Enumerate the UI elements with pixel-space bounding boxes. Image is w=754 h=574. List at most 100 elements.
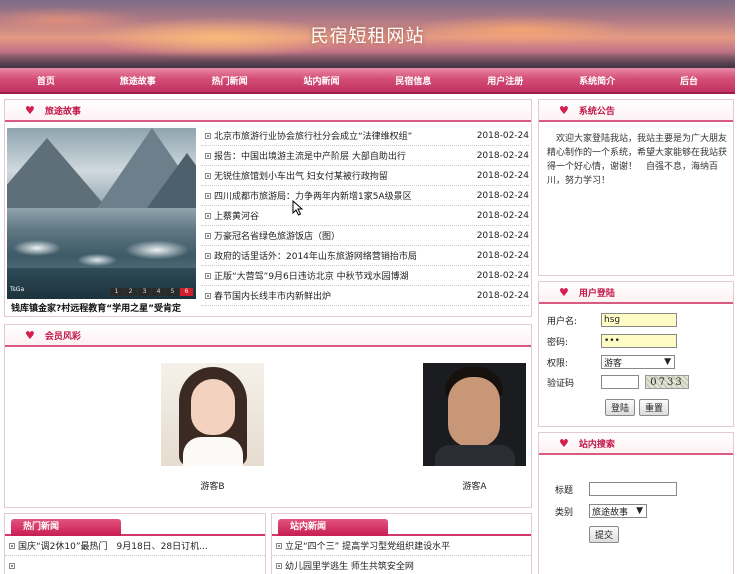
nav-hot-news[interactable]: 热门新闻 [184,68,276,92]
bullet-icon [9,542,15,549]
member-card[interactable]: 游客A [423,363,526,492]
list-item[interactable] [5,556,265,574]
member-panel: ♥ 会员风彩 游客B 游客A [4,324,532,508]
member-card[interactable]: 游客B [161,363,264,492]
list-item[interactable]: 无锐住旅馆划小车出气 妇女付某被行政拘留 2018-02-24 [201,166,529,186]
bullet-icon [205,132,211,139]
member-photo[interactable] [423,363,526,466]
list-item[interactable]: 立足“四个三” 提高学习型党组织建设水平 [272,536,531,556]
panel-header: ♥ 会员风彩 [5,325,531,347]
list-item[interactable]: 幼儿园里学逃生 师生共筑安全网 [272,556,531,574]
search-category-select[interactable]: 旅途故事 ▼ [589,504,647,518]
bullet-icon [205,212,211,219]
site-title: 民宿短租网站 [310,26,425,47]
travel-story-panel: ♥ 旅途故事 TsGa 1 2 3 4 5 6 钱库镇金家?村远程教育“学用之星… [4,99,532,317]
pager-button[interactable]: 4 [152,288,165,296]
bullet-icon [205,252,211,259]
role-select[interactable]: 游客 ▼ [601,355,675,369]
heart-icon: ♥ [25,328,35,342]
panel-title: 系统公告 [578,106,615,117]
nav-site-news[interactable]: 站内新闻 [276,68,368,92]
member-name[interactable]: 游客B [161,479,264,492]
panel-header: ♥ 站内搜索 [539,433,733,455]
login-button[interactable]: 登陆 [605,399,636,416]
bullet-icon [276,542,282,549]
heart-icon: ♥ [559,103,569,117]
search-category-label: 类别 [555,507,574,518]
nav-register[interactable]: 用户注册 [459,68,551,92]
main-nav: 首页 旅途故事 热门新闻 站内新闻 民宿信息 用户注册 系统简介 后台 [0,68,735,94]
list-item[interactable]: 春节国内长线丰市内新鲜出炉 2018-02-24 [201,286,529,306]
member-photo[interactable] [161,363,264,466]
site-banner: 民宿短租网站 [0,0,735,68]
list-item[interactable]: 报告：中国出境游主流是中产阶层 大部自助出行 2018-02-24 [201,146,529,166]
captcha-image[interactable]: 0733 [645,375,689,389]
list-item[interactable]: 北京市旅游行业协会旅行社分会成立“法律维权组” 2018-02-24 [201,126,529,146]
panel-title: 站内搜索 [578,439,615,450]
panel-header: ♥ 旅途故事 [5,100,531,122]
category-value: 旅途故事 [592,507,629,518]
member-name[interactable]: 游客A [423,479,526,492]
heart-icon: ♥ [25,103,35,117]
list-item[interactable]: 上蔡黄河谷 2018-02-24 [201,206,529,226]
bullet-icon [205,192,211,199]
password-row: 密码: ••• [547,334,677,348]
photo-watermark: TsGa [10,286,25,293]
notice-text: 欢迎大家登陆我站，我站主要是为广大朋友精心制作的一个系统，希望大家能够在我站获得… [547,134,728,186]
nav-homestay-info[interactable]: 民宿信息 [368,68,460,92]
mouse-cursor-icon [292,200,304,216]
list-item[interactable]: 万豪冠名省绿色旅游饭店（图） 2018-02-24 [201,226,529,246]
captcha-input[interactable] [601,375,639,389]
nav-travel-story[interactable]: 旅途故事 [92,68,184,92]
reset-button[interactable]: 重置 [639,399,670,416]
bullet-icon [205,172,211,179]
slideshow-pager: 1 2 3 4 5 6 [110,288,193,296]
nav-home[interactable]: 首页 [0,68,92,92]
tab-site-news[interactable]: 站内新闻 [278,519,388,536]
password-input[interactable]: ••• [601,334,677,348]
role-row: 权限: 游客 ▼ [547,355,675,369]
username-input[interactable]: hsg [601,313,677,327]
bullet-icon [205,152,211,159]
pager-button[interactable]: 3 [138,288,151,296]
nav-about[interactable]: 系统简介 [551,68,643,92]
search-panel: ♥ 站内搜索 标题 类别 旅途故事 ▼ 提交 [538,432,734,574]
search-submit-button[interactable]: 提交 [589,526,620,543]
panel-title: 会员风彩 [44,331,81,342]
list-item[interactable]: 四川成都市旅游局：力争两年内新增1家5A级景区 2018-02-24 [201,186,529,206]
list-item[interactable]: 国庆“调2休10”最热门 9月18日、28日订机... [5,536,265,556]
search-category-row: 类别 旅途故事 ▼ [555,504,647,518]
list-item[interactable]: 正版“大营驾”9月6日违访北京 中秋节戏水园博湖 2018-02-24 [201,266,529,286]
pager-button-active[interactable]: 6 [180,288,193,296]
search-title-row: 标题 [555,482,677,496]
pager-button[interactable]: 1 [110,288,123,296]
search-actions: 提交 [589,526,620,543]
panel-header: 站内新闻 [272,514,531,536]
tab-hot-news[interactable]: 热门新闻 [11,519,121,536]
hot-news-panel: 热门新闻 国庆“调2休10”最热门 9月18日、28日订机... [4,513,266,574]
bullet-icon [205,272,211,279]
slideshow-caption[interactable]: 钱库镇金家?村远程教育“学用之星”受肯定 [11,301,181,314]
panel-title: 用户登陆 [578,288,615,299]
heart-icon: ♥ [559,285,569,299]
chevron-down-icon: ▼ [636,506,643,516]
search-title-label: 标题 [555,485,574,496]
travel-news-list: 北京市旅游行业协会旅行社分会成立“法律维权组” 2018-02-24 报告：中国出… [201,126,529,306]
pager-button[interactable]: 5 [166,288,179,296]
username-row: 用户名: hsg [547,313,677,327]
pager-button[interactable]: 2 [124,288,137,296]
username-label: 用户名: [547,316,578,327]
list-item[interactable]: 政府的话里话外：2014年山东旅游网络营销抬市局 2018-02-24 [201,246,529,266]
bullet-icon [276,562,282,569]
role-value: 游客 [604,358,623,369]
banner-landscape [0,52,735,68]
slideshow-image[interactable]: TsGa 1 2 3 4 5 6 [7,128,196,299]
password-label: 密码: [547,337,569,348]
notice-panel: ♥ 系统公告 欢迎大家登陆我站，我站主要是为广大朋友精心制作的一个系统，希望大家… [538,99,734,276]
bullet-icon [205,232,211,239]
panel-header: 热门新闻 [5,514,265,536]
heart-icon: ♥ [559,436,569,450]
captcha-label: 验证码 [547,378,575,389]
search-title-input[interactable] [589,482,677,496]
nav-admin[interactable]: 后台 [643,68,735,92]
